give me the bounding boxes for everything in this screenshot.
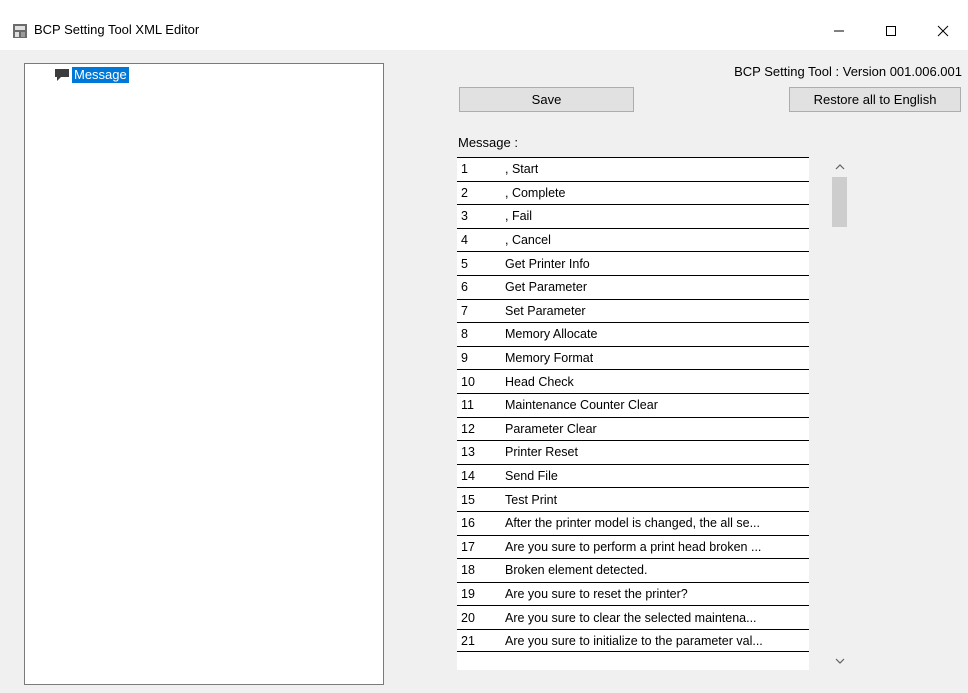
message-row[interactable]: 12 Parameter Clear — [457, 416, 809, 441]
tree-node-label: Message — [72, 67, 129, 83]
title-bar: BCP Setting Tool XML Editor — [0, 0, 968, 50]
message-number: 1 — [461, 162, 468, 177]
message-text: Test Print — [505, 492, 558, 507]
message-text: , Fail — [505, 209, 533, 224]
minimize-button[interactable] — [816, 9, 862, 53]
message-label: Message : — [458, 135, 518, 150]
message-row[interactable]: 10 Head Check — [457, 369, 809, 393]
message-row[interactable]: 9 Memory Format — [457, 345, 809, 370]
message-number: 6 — [461, 280, 468, 295]
message-row[interactable]: 2 , Complete — [457, 180, 809, 205]
message-row[interactable]: 6 Get Parameter — [457, 274, 809, 299]
chevron-up-icon — [835, 163, 844, 169]
message-text: Get Printer Info — [505, 256, 590, 271]
restore-english-button[interactable]: Restore all to English — [789, 87, 961, 112]
message-number: 3 — [461, 209, 468, 224]
message-row[interactable]: 11 Maintenance Counter Clear — [457, 392, 809, 417]
close-icon — [937, 25, 949, 37]
message-number: 15 — [461, 492, 475, 507]
message-number: 4 — [461, 233, 468, 248]
version-label: BCP Setting Tool : Version 001.006.001 — [734, 64, 962, 79]
message-number: 18 — [461, 563, 475, 578]
app-icon — [12, 23, 28, 39]
message-number: 20 — [461, 610, 475, 625]
message-row[interactable]: 16 After the printer model is changed, th… — [457, 510, 809, 535]
message-number: 11 — [461, 398, 474, 413]
message-text: Parameter Clear — [505, 421, 597, 436]
message-number: 12 — [461, 421, 475, 436]
message-number: 21 — [461, 633, 475, 648]
scroll-thumb[interactable] — [832, 177, 847, 227]
message-row[interactable]: 18 Broken element detected. — [457, 558, 809, 582]
speech-bubble-icon — [54, 68, 70, 82]
message-row[interactable]: 21 Are you sure to initialize to the para… — [457, 628, 809, 653]
message-text: , Start — [505, 162, 539, 177]
message-row[interactable]: 7 Set Parameter — [457, 298, 809, 323]
message-text: Are you sure to clear the selected maint… — [505, 610, 757, 625]
message-text: Memory Format — [505, 351, 594, 366]
message-text: , Cancel — [505, 233, 551, 248]
message-number: 13 — [461, 445, 475, 460]
message-number: 9 — [461, 351, 468, 366]
message-row[interactable]: 17 Are you sure to perform a print head b… — [457, 534, 809, 559]
message-number: 16 — [461, 516, 475, 531]
scroll-up-button[interactable] — [830, 157, 849, 175]
message-row[interactable]: 14 Send File — [457, 463, 809, 488]
message-number: 5 — [461, 256, 468, 271]
message-text: Head Check — [505, 374, 574, 389]
message-text: , Complete — [505, 185, 566, 200]
message-text: Maintenance Counter Clear — [505, 398, 658, 413]
message-text: Are you sure to reset the printer? — [505, 586, 688, 601]
message-row[interactable]: 8 Memory Allocate — [457, 322, 809, 346]
message-number: 14 — [461, 469, 475, 484]
chevron-down-icon — [835, 658, 844, 664]
message-row[interactable]: 5 Get Printer Info — [457, 251, 809, 275]
message-text: Are you sure to perform a print head bro… — [505, 539, 762, 554]
message-number: 2 — [461, 185, 468, 200]
message-number: 8 — [461, 327, 468, 342]
message-text: Memory Allocate — [505, 327, 598, 342]
minimize-icon — [834, 30, 844, 32]
message-list[interactable]: 1 , Start 2 , Complete 3 , Fail 4 , Cancel 5 Get … — [457, 157, 809, 670]
message-text: Get Parameter — [505, 280, 587, 295]
vertical-scrollbar[interactable] — [830, 157, 849, 670]
maximize-icon — [886, 26, 896, 36]
scroll-down-button[interactable] — [830, 652, 849, 670]
message-row[interactable]: 13 Printer Reset — [457, 440, 809, 464]
message-text: Send File — [505, 469, 558, 484]
tree-node-message[interactable]: Message — [54, 67, 129, 83]
window-title: BCP Setting Tool XML Editor — [34, 22, 200, 37]
message-text: Broken element detected. — [505, 563, 648, 578]
tree-view[interactable]: Message — [24, 63, 384, 685]
message-text: After the printer model is changed, the … — [505, 516, 760, 531]
message-number: 19 — [461, 586, 475, 601]
message-row[interactable]: 15 Test Print — [457, 487, 809, 511]
message-row[interactable]: 19 Are you sure to reset the printer? — [457, 581, 809, 606]
maximize-button[interactable] — [868, 9, 914, 53]
message-row[interactable]: 3 , Fail — [457, 204, 809, 228]
message-number: 17 — [461, 539, 475, 554]
message-text: Are you sure to initialize to the parame… — [505, 633, 763, 648]
save-button[interactable]: Save — [459, 87, 634, 112]
message-text: Printer Reset — [505, 445, 578, 460]
close-button[interactable] — [920, 9, 966, 53]
message-number: 10 — [461, 374, 475, 389]
message-text: Set Parameter — [505, 303, 586, 318]
message-row[interactable]: 1 , Start — [457, 157, 809, 181]
message-row[interactable]: 20 Are you sure to clear the selected mai… — [457, 605, 809, 629]
message-number: 7 — [461, 303, 468, 318]
message-row[interactable]: 4 , Cancel — [457, 227, 809, 252]
